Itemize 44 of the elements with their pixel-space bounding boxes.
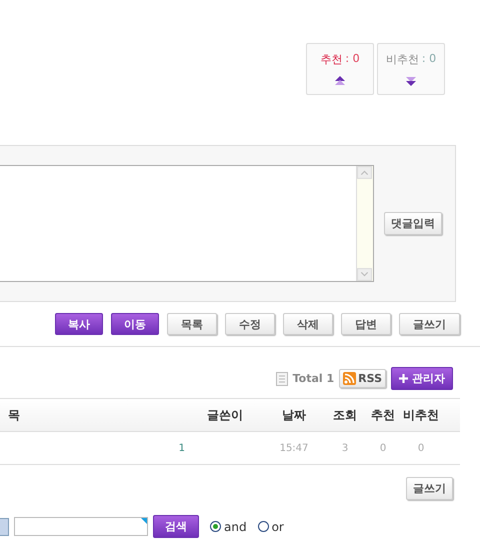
column-header: 조회 [333,406,357,424]
vote-label: 비추천 [386,52,419,67]
column-header: 글쓴이 [207,406,243,424]
comment-submit-button[interactable]: 댓글입력 [384,212,442,235]
rss-button[interactable]: RSS [339,369,386,388]
search-field[interactable] [14,517,148,536]
action-button[interactable]: 삭제 [283,313,333,335]
vote-count: : 0 [345,52,360,67]
up-arrow-icon [335,76,345,86]
radio-button[interactable] [258,521,269,532]
action-button[interactable]: 수정 [225,313,275,335]
vote-box[interactable]: 비추천 : 0 [377,43,445,95]
radio-label: and [224,520,247,534]
action-button[interactable]: 답변 [341,313,391,335]
column-header: 날짜 [282,406,306,424]
comment-count: 1 [178,442,185,454]
table-cell: 0 [418,442,424,454]
search-select[interactable] [0,518,9,536]
radio-button[interactable] [210,521,221,532]
column-header: 목 [7,406,20,424]
write-button[interactable]: 글쓰기 [406,477,453,500]
table-cell: 0 [380,442,386,454]
admin-button[interactable]: 관리자 [391,367,453,390]
vote-label: 추천 [320,52,342,67]
table-cell: 15:47 [280,442,308,454]
action-button[interactable]: 이동 [111,313,159,335]
document-icon [276,372,288,386]
vote-box[interactable]: 추천 : 0 [306,43,374,95]
total-count: Total 1 [292,372,334,385]
table-cell: 3 [342,442,348,454]
plus-icon [399,374,408,383]
down-arrow-icon [406,76,416,86]
rss-icon [343,372,356,385]
column-header: 비추천 [403,406,439,424]
action-button[interactable]: 글쓰기 [399,313,460,335]
scroll-down-icon[interactable] [357,268,372,281]
column-header: 추천 [371,406,395,424]
action-button[interactable]: 목록 [167,313,217,335]
action-button[interactable]: 복사 [55,313,103,335]
comment-input[interactable] [0,165,374,282]
search-button[interactable]: 검색 [153,515,199,538]
radio-label: or [272,520,284,534]
scroll-up-icon[interactable] [357,166,372,179]
vote-count: : 0 [422,52,436,67]
